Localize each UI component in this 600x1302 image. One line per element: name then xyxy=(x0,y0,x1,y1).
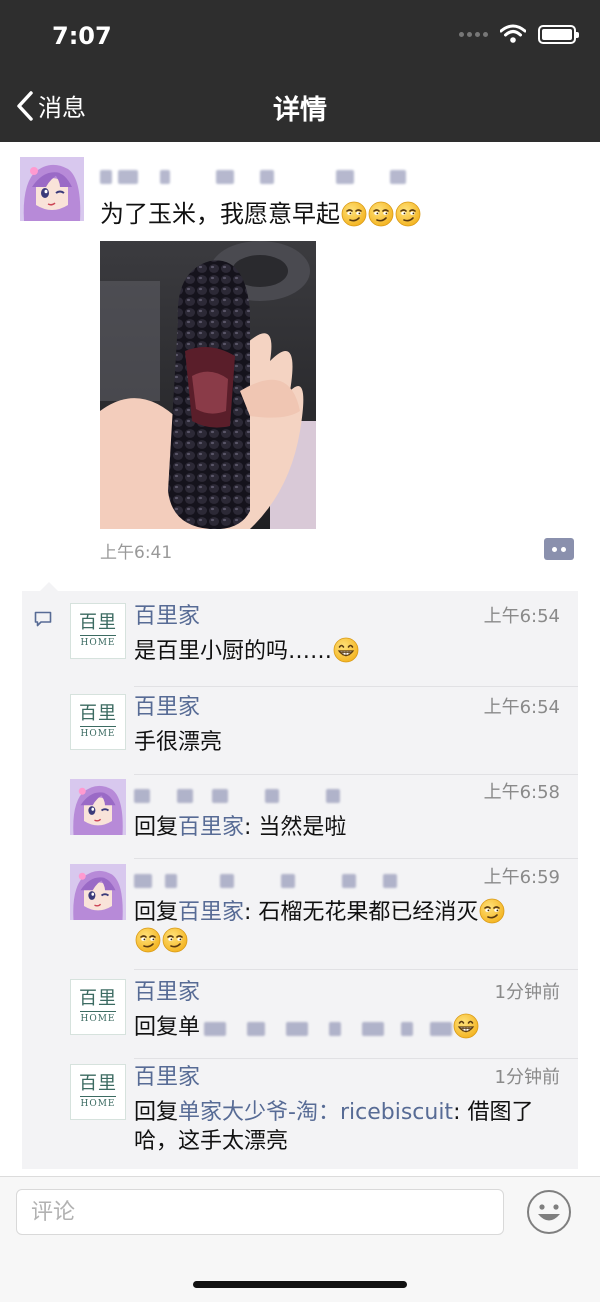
comment-item[interactable]: 百里 HOME 百里家 1分钟前 回复单 xyxy=(68,979,578,1059)
commenter-name[interactable]: 百里家 xyxy=(134,1064,200,1092)
comment-item[interactable]: 百里 HOME 百里家 1分钟前 回复单家大少爷-淘：ricebiscuit: … xyxy=(68,1064,578,1164)
post-text-content: 为了玉米，我愿意早起 xyxy=(100,200,340,228)
blurred-reply-text xyxy=(200,1015,453,1044)
commenter-name[interactable]: 百里家 xyxy=(134,603,200,631)
comment-text: 回复单 xyxy=(134,1013,564,1044)
smirk-emoji-icon xyxy=(479,898,505,924)
commenter-name-blurred[interactable] xyxy=(134,868,397,896)
comment-composer xyxy=(0,1176,600,1302)
comment-text: 手很漂亮 xyxy=(134,730,223,755)
wifi-icon xyxy=(500,24,526,43)
comment-item[interactable]: 上午6:58 回复百里家: 当然是啦 xyxy=(68,779,578,859)
smirk-emoji-icon xyxy=(368,201,394,227)
commenter-name-blurred[interactable] xyxy=(134,783,340,811)
commenter-avatar[interactable]: 百里 HOME xyxy=(70,1064,126,1120)
reply-to-link[interactable]: 百里家 xyxy=(178,900,244,925)
home-indicator xyxy=(193,1281,407,1288)
more-actions-button[interactable] xyxy=(544,538,574,560)
status-time: 7:07 xyxy=(52,22,112,50)
comment-time: 上午6:54 xyxy=(483,606,560,627)
smirk-emoji-icon xyxy=(341,201,367,227)
post-author-name-blurred[interactable] xyxy=(100,165,406,189)
smirk-emoji-icon xyxy=(395,201,421,227)
emoji-picker-icon[interactable] xyxy=(526,1189,572,1235)
post-timestamp: 上午6:41 xyxy=(100,543,173,563)
comment-item[interactable]: 百里 HOME 百里家 上午6:54 手很漂亮 xyxy=(68,694,578,775)
post-author-avatar[interactable] xyxy=(20,157,84,221)
comment-time: 1分钟前 xyxy=(494,1067,560,1088)
comment-time: 上午6:54 xyxy=(483,697,560,718)
commenter-avatar[interactable] xyxy=(70,779,126,835)
page-title: 详情 xyxy=(273,95,327,126)
comment-icon xyxy=(34,611,52,627)
commenter-name[interactable]: 百里家 xyxy=(134,694,200,722)
comment-input[interactable] xyxy=(16,1189,504,1235)
comment-item[interactable]: 百里 HOME 百里家 上午6:54 是百里小厨的吗…… xyxy=(68,603,578,687)
smirk-emoji-icon xyxy=(162,927,188,953)
comment-time: 上午6:58 xyxy=(483,782,560,803)
comment-text: 回复百里家: 当然是啦 xyxy=(134,815,347,840)
comment-text: 回复百里家: 石榴无花果都已经消灭 xyxy=(134,898,564,956)
comment-text: 回复单家大少爷-淘：ricebiscuit: 借图了哈，这手太漂亮 xyxy=(134,1100,534,1154)
commenter-avatar[interactable]: 百里 HOME xyxy=(70,603,126,659)
comment-item[interactable]: 上午6:59 回复百里家: 石榴无花果都已经消灭 xyxy=(68,864,578,970)
grin-emoji-icon xyxy=(453,1013,479,1039)
comments-section: 百里 HOME 百里家 上午6:54 是百里小厨的吗…… 百里 HOME 百里家… xyxy=(22,582,578,1169)
reply-to-link[interactable]: 百里家 xyxy=(178,815,244,840)
divider xyxy=(134,774,578,775)
divider xyxy=(134,969,578,970)
comment-time: 上午6:59 xyxy=(483,867,560,888)
divider xyxy=(134,858,578,859)
divider xyxy=(134,686,578,687)
grin-emoji-icon xyxy=(333,637,359,663)
post-text: 为了玉米，我愿意早起 xyxy=(100,198,421,230)
status-icons xyxy=(459,24,579,44)
post-photo[interactable] xyxy=(100,241,316,529)
commenter-avatar[interactable]: 百里 HOME xyxy=(70,694,126,750)
signal-icon xyxy=(459,31,488,37)
top-bar: 7:07 消息 详情 xyxy=(0,0,600,142)
comment-time: 1分钟前 xyxy=(494,982,560,1003)
smirk-emoji-icon xyxy=(135,927,161,953)
battery-icon xyxy=(538,24,579,44)
reply-to-link[interactable]: 单家大少爷-淘：ricebiscuit xyxy=(178,1100,453,1125)
commenter-avatar[interactable] xyxy=(70,864,126,920)
divider xyxy=(134,1058,578,1059)
commenter-name[interactable]: 百里家 xyxy=(134,979,200,1007)
comment-text: 是百里小厨的吗…… xyxy=(134,637,564,666)
commenter-avatar[interactable]: 百里 HOME xyxy=(70,979,126,1035)
